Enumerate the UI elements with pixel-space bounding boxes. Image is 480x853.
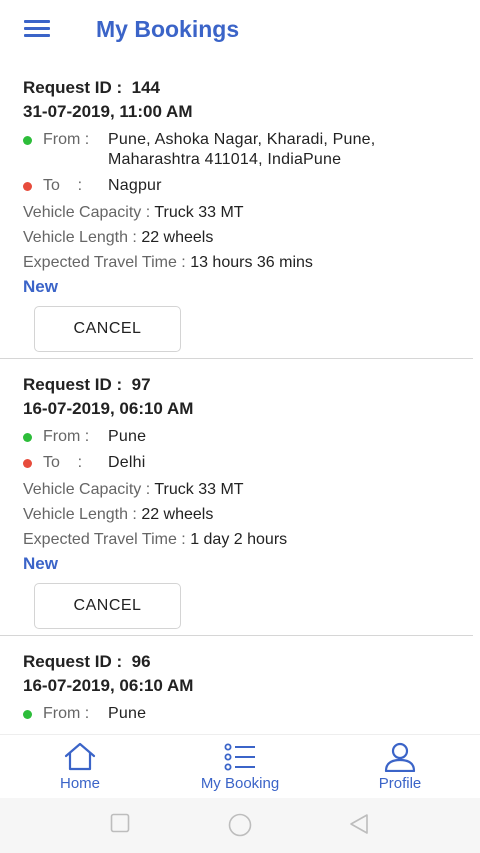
- nav-profile-label: Profile: [378, 775, 422, 792]
- user-icon: [383, 741, 417, 773]
- request-id: Request ID : 96: [23, 652, 151, 671]
- status-badge: New: [23, 554, 58, 573]
- nav-home-label: Home: [59, 775, 100, 792]
- from-dot-icon: [23, 710, 32, 719]
- travel-time-row: Expected Travel Time : 13 hours 36 mins: [23, 254, 313, 271]
- bottom-nav: Home My Booking Profile: [0, 734, 480, 798]
- booking-card: Request ID : 144 31-07-2019, 11:00 AM Fr…: [0, 62, 473, 359]
- booking-datetime: 31-07-2019, 11:00 AM: [23, 102, 193, 121]
- booking-datetime: 16-07-2019, 06:10 AM: [23, 676, 194, 695]
- from-dot-icon: [23, 433, 32, 442]
- page-title: My Bookings: [96, 16, 240, 42]
- to-row: To : Delhi: [23, 453, 466, 473]
- to-label: To :: [43, 177, 83, 194]
- back-triangle-icon[interactable]: [348, 813, 370, 840]
- nav-home[interactable]: Home: [0, 735, 160, 798]
- cancel-button[interactable]: CANCEL: [34, 583, 181, 629]
- from-row: From : Pune: [23, 427, 466, 447]
- list-icon: [223, 741, 257, 773]
- nav-my-booking-label: My Booking: [200, 775, 280, 792]
- from-value: Pune, Ashoka Nagar, Kharadi, Pune, Mahar…: [108, 131, 376, 168]
- hamburger-menu-icon[interactable]: [24, 20, 50, 40]
- system-nav-bar: [0, 798, 480, 853]
- to-row: To : Nagpur: [23, 176, 466, 196]
- from-label: From :: [43, 428, 90, 445]
- request-id: Request ID : 144: [23, 78, 160, 97]
- to-value: Nagpur: [108, 177, 162, 194]
- nav-profile[interactable]: Profile: [320, 735, 480, 798]
- vehicle-length-row: Vehicle Length : 22 wheels: [23, 229, 214, 246]
- from-label: From :: [43, 705, 90, 722]
- travel-time-row: Expected Travel Time : 1 day 2 hours: [23, 531, 288, 548]
- booking-list[interactable]: Request ID : 144 31-07-2019, 11:00 AM Fr…: [0, 62, 480, 734]
- home-circle-icon[interactable]: [228, 813, 252, 842]
- from-label: From :: [43, 131, 90, 148]
- vehicle-capacity-row: Vehicle Capacity : Truck 33 MT: [23, 481, 244, 498]
- to-label: To :: [43, 454, 83, 471]
- booking-card: Request ID : 96 16-07-2019, 06:10 AM Fro…: [0, 636, 473, 724]
- to-dot-icon: [23, 459, 32, 468]
- to-value: Delhi: [108, 454, 146, 471]
- vehicle-length-row: Vehicle Length : 22 wheels: [23, 506, 214, 523]
- recents-square-icon[interactable]: [110, 813, 130, 838]
- from-value: Pune: [108, 428, 147, 445]
- nav-my-booking[interactable]: My Booking: [160, 735, 320, 798]
- booking-datetime: 16-07-2019, 06:10 AM: [23, 399, 194, 418]
- home-icon: [63, 741, 97, 773]
- cancel-button[interactable]: CANCEL: [34, 306, 181, 352]
- to-dot-icon: [23, 182, 32, 191]
- from-row: From : Pune, Ashoka Nagar, Kharadi, Pune…: [23, 130, 466, 170]
- from-dot-icon: [23, 136, 32, 145]
- request-id: Request ID : 97: [23, 375, 151, 394]
- from-row: From : Pune: [23, 704, 466, 724]
- from-value: Pune: [108, 705, 147, 722]
- app-header: My Bookings: [0, 0, 480, 62]
- booking-card: Request ID : 97 16-07-2019, 06:10 AM Fro…: [0, 359, 473, 636]
- vehicle-capacity-row: Vehicle Capacity : Truck 33 MT: [23, 204, 244, 221]
- status-badge: New: [23, 277, 58, 296]
